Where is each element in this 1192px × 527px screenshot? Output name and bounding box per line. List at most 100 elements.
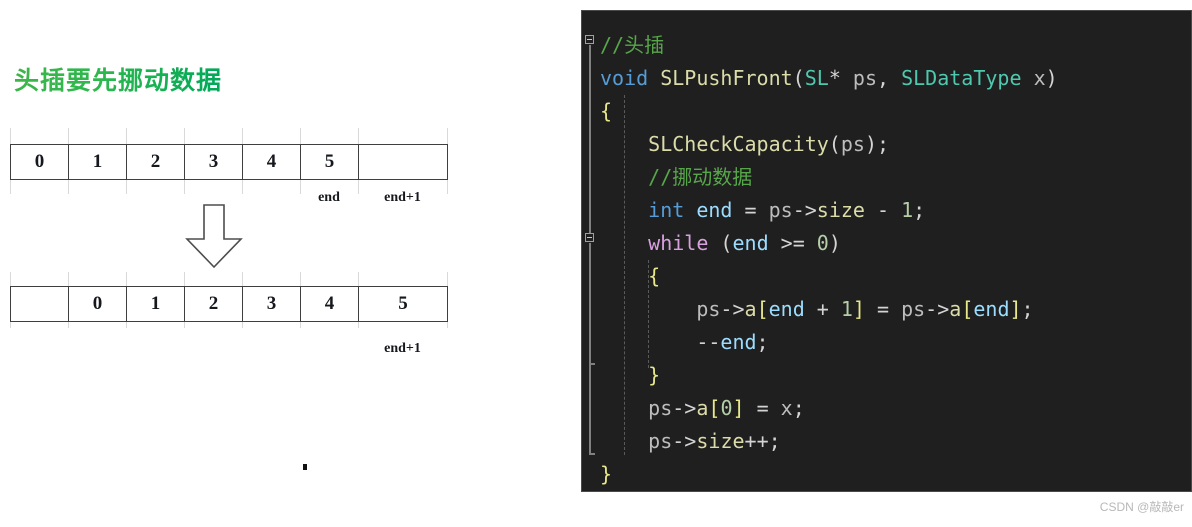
code-token-bracket1: { — [648, 264, 661, 288]
fold-toggle-while[interactable] — [585, 233, 594, 242]
code-token-bracket1: } — [600, 462, 613, 486]
stray-dot — [303, 464, 307, 470]
code-token-param: ps — [768, 198, 793, 222]
code-text[interactable]: //头插 void SLPushFront(SL* ps, SLDataType … — [600, 29, 1058, 491]
code-token-param: ps — [840, 132, 865, 156]
code-token-member: a — [696, 396, 709, 420]
code-token-punct: >= — [768, 231, 817, 255]
code-token-bracket1: } — [648, 363, 661, 387]
code-token-punct: ; — [1021, 297, 1034, 321]
code-token-punct: ; — [792, 396, 805, 420]
code-token-param: x — [1033, 66, 1046, 90]
code-token-punct: * — [828, 66, 853, 90]
table-row: 012345 — [10, 286, 448, 322]
code-token-punct: -> — [672, 396, 697, 420]
array-before-cell-2: 2 — [126, 144, 185, 180]
code-token-punct: = — [732, 198, 769, 222]
array-before-cell-1: 1 — [68, 144, 127, 180]
code-token-punct: -> — [672, 429, 697, 453]
code-token-param: x — [780, 396, 793, 420]
code-token-num: 1 — [901, 198, 914, 222]
code-token-num: 1 — [840, 297, 853, 321]
array-before-cell-4: 4 — [242, 144, 301, 180]
code-token-punct: -> — [792, 198, 817, 222]
code-token-comment: //挪动数据 — [648, 165, 753, 189]
code-line-5: //挪动数据 — [600, 161, 1058, 194]
code-token-type: SLDataType — [901, 66, 1022, 90]
code-token-punct: -> — [720, 297, 745, 321]
code-token-num: 0 — [816, 231, 829, 255]
code-token-punct: ; — [756, 330, 769, 354]
code-line-6: int end = ps->size - 1; — [600, 194, 1058, 227]
array-after-cell-1: 0 — [68, 286, 127, 322]
code-line-7: while (end >= 0) — [600, 227, 1058, 260]
code-token-member: size — [816, 198, 865, 222]
code-token-bracket1: [ — [708, 396, 721, 420]
code-token-func: SLCheckCapacity — [648, 132, 829, 156]
down-arrow-icon — [183, 203, 245, 274]
code-line-10: --end; — [600, 326, 1058, 359]
code-token-punct: ); — [864, 132, 890, 156]
code-line-8: { — [600, 260, 1058, 293]
fold-rail-while — [589, 243, 591, 365]
code-token-bracket1: [ — [756, 297, 769, 321]
array-after-cell-2: 1 — [126, 286, 185, 322]
code-token-punct: -> — [925, 297, 950, 321]
code-token-member: a — [949, 297, 962, 321]
array-after-cell-5: 4 — [300, 286, 359, 322]
code-token-punct: ) — [828, 231, 841, 255]
code-token-param: ps — [648, 429, 673, 453]
code-line-14: } — [600, 458, 1058, 491]
table-row: 012345 — [10, 144, 448, 180]
fold-rail-function-end — [589, 453, 595, 455]
code-token-member: a — [744, 297, 757, 321]
pointer-label-end: end — [318, 190, 340, 205]
code-fold-gutter[interactable] — [582, 11, 598, 491]
code-token-keyword: void — [600, 66, 649, 90]
page-title: 头插要先挪动数据 — [14, 61, 222, 97]
code-token-var: end — [732, 231, 769, 255]
code-token-var: end — [973, 297, 1010, 321]
fold-rail-function-lower — [589, 363, 591, 455]
code-line-13: ps->size++; — [600, 425, 1058, 458]
code-token-func: SLPushFront — [660, 66, 793, 90]
array-after-cell-6: 5 — [358, 286, 448, 322]
code-token-punct: ++; — [744, 429, 781, 453]
code-token-keyword: int — [648, 198, 685, 222]
array-after-cell-3: 2 — [184, 286, 243, 322]
array-before-cell-0: 0 — [10, 144, 69, 180]
code-token-punct: , — [877, 66, 902, 90]
code-token-bracket1: ] — [852, 297, 865, 321]
code-token-bracket1: { — [600, 99, 613, 123]
watermark: CSDN @敲敲er — [1099, 500, 1184, 514]
code-token-var: end — [768, 297, 805, 321]
code-line-1: //头插 — [600, 29, 1058, 62]
code-token-bracket1: ] — [1009, 297, 1022, 321]
fold-toggle-function[interactable] — [585, 35, 594, 44]
code-line-3: { — [600, 95, 1058, 128]
array-before-cell-3: 3 — [184, 144, 243, 180]
code-token-param: ps — [901, 297, 926, 321]
code-token-type: SL — [804, 66, 829, 90]
code-token-punct: - — [864, 198, 902, 222]
array-after-shift: 012345 — [10, 286, 448, 322]
array-after-cell-0 — [10, 286, 69, 322]
array-before-cell-6 — [358, 144, 448, 180]
pointer-label-end-plus-1: end+1 — [384, 190, 421, 205]
code-token-var: end — [696, 198, 733, 222]
code-line-11: } — [600, 359, 1058, 392]
code-token-punct: -- — [696, 330, 721, 354]
code-token-punct: ( — [828, 132, 841, 156]
code-token-param: ps — [852, 66, 877, 90]
code-token-punct: ( — [792, 66, 805, 90]
